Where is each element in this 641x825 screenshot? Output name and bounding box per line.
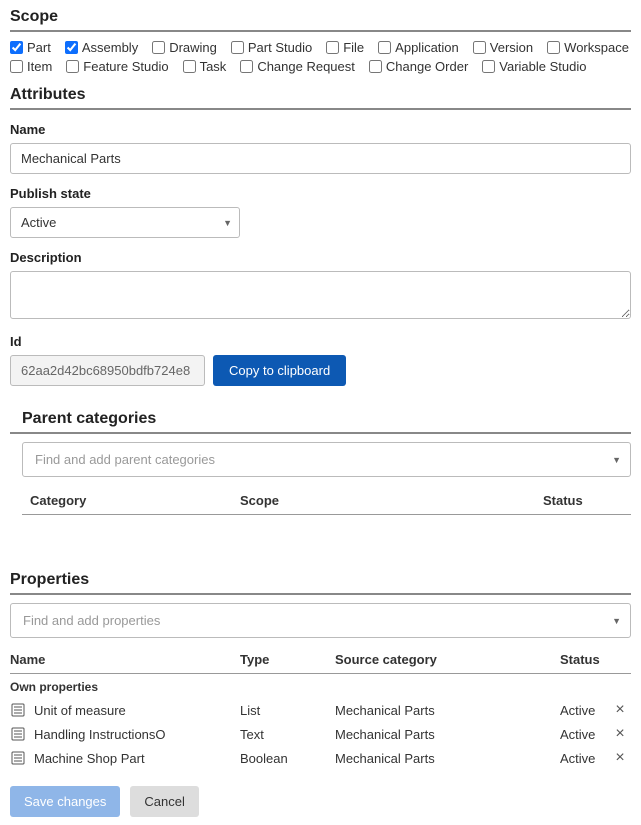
scope-item-version[interactable]: Version [473,40,533,55]
col-status-prop: Status [560,652,610,667]
property-type: List [240,703,335,718]
scope-checkbox[interactable] [183,60,196,73]
parent-categories-table-header: Category Scope Status [22,481,631,515]
scope-item-label: Task [200,59,227,74]
id-input [10,355,205,386]
scope-item-change-order[interactable]: Change Order [369,59,468,74]
scope-item-label: Part [27,40,51,55]
scope-checkbox[interactable] [369,60,382,73]
scope-checkbox[interactable] [10,41,23,54]
property-row: Handling InstructionsO TextMechanical Par… [10,722,631,746]
scope-checkbox[interactable] [547,41,560,54]
property-status: Active [560,727,610,742]
publish-state-label: Publish state [10,186,631,201]
scope-item-assembly[interactable]: Assembly [65,40,138,55]
scope-checkbox[interactable] [482,60,495,73]
scope-item-item[interactable]: Item [10,59,52,74]
description-textarea[interactable] [10,271,631,319]
scope-checkbox[interactable] [473,41,486,54]
delete-property-icon[interactable]: × [615,725,624,742]
scope-item-label: Version [490,40,533,55]
scope-item-feature-studio[interactable]: Feature Studio [66,59,168,74]
scope-item-label: Feature Studio [83,59,168,74]
delete-property-icon[interactable]: × [615,749,624,766]
property-source: Mechanical Parts [335,703,560,718]
scope-item-label: Part Studio [248,40,312,55]
scope-checkbox[interactable] [10,60,23,73]
property-row: Machine Shop Part BooleanMechanical Parts… [10,746,631,770]
scope-checkbox[interactable] [240,60,253,73]
scope-checkbox[interactable] [66,60,79,73]
properties-search[interactable]: Find and add properties [10,603,631,638]
name-input[interactable] [10,143,631,174]
scope-item-workspace[interactable]: Workspace [547,40,629,55]
scope-item-drawing[interactable]: Drawing [152,40,217,55]
col-source: Source category [335,652,560,667]
col-category: Category [30,493,240,508]
scope-item-label: Application [395,40,459,55]
properties-table-header: Name Type Source category Status [10,644,631,674]
attributes-header: Attributes [10,86,631,110]
scope-checkbox[interactable] [152,41,165,54]
scope-item-label: Workspace [564,40,629,55]
scope-checkbox[interactable] [378,41,391,54]
scope-checkbox[interactable] [326,41,339,54]
scope-checkbox[interactable] [231,41,244,54]
property-name: Machine Shop Part [34,751,145,766]
scope-item-label: Drawing [169,40,217,55]
scope-item-label: Item [27,59,52,74]
parent-categories-header: Parent categories [10,410,631,434]
publish-state-select[interactable]: Active [10,207,240,238]
property-source: Mechanical Parts [335,751,560,766]
scope-item-part-studio[interactable]: Part Studio [231,40,312,55]
scope-item-label: Change Order [386,59,468,74]
scope-item-label: Assembly [82,40,138,55]
property-type: Text [240,727,335,742]
cancel-button[interactable]: Cancel [130,786,198,817]
parent-categories-search[interactable]: Find and add parent categories [22,442,631,477]
scope-item-label: File [343,40,364,55]
delete-property-icon[interactable]: × [615,701,624,718]
scope-item-label: Change Request [257,59,355,74]
property-type: Boolean [240,751,335,766]
scope-item-variable-studio[interactable]: Variable Studio [482,59,586,74]
scope-item-change-request[interactable]: Change Request [240,59,355,74]
scope-item-file[interactable]: File [326,40,364,55]
property-row: Unit of measure ListMechanical PartsActiv… [10,698,631,722]
scope-item-label: Variable Studio [499,59,586,74]
col-type: Type [240,652,335,667]
properties-header: Properties [10,571,631,595]
property-name: Handling InstructionsO [34,727,166,742]
scope-item-task[interactable]: Task [183,59,227,74]
copy-to-clipboard-button[interactable]: Copy to clipboard [213,355,346,386]
scope-header: Scope [10,8,631,32]
scope-item-part[interactable]: Part [10,40,51,55]
id-label: Id [10,334,631,349]
property-icon [10,702,26,718]
scope-checkbox[interactable] [65,41,78,54]
property-name: Unit of measure [34,703,126,718]
col-status: Status [543,493,623,508]
property-source: Mechanical Parts [335,727,560,742]
property-status: Active [560,703,610,718]
col-scope: Scope [240,493,543,508]
col-name: Name [10,652,240,667]
name-label: Name [10,122,631,137]
property-icon [10,750,26,766]
property-icon [10,726,26,742]
property-status: Active [560,751,610,766]
scope-item-application[interactable]: Application [378,40,459,55]
save-changes-button[interactable]: Save changes [10,786,120,817]
scope-items: Part Assembly Drawing Part Studio File Applic… [10,40,631,74]
own-properties-label: Own properties [10,674,631,698]
description-label: Description [10,250,631,265]
